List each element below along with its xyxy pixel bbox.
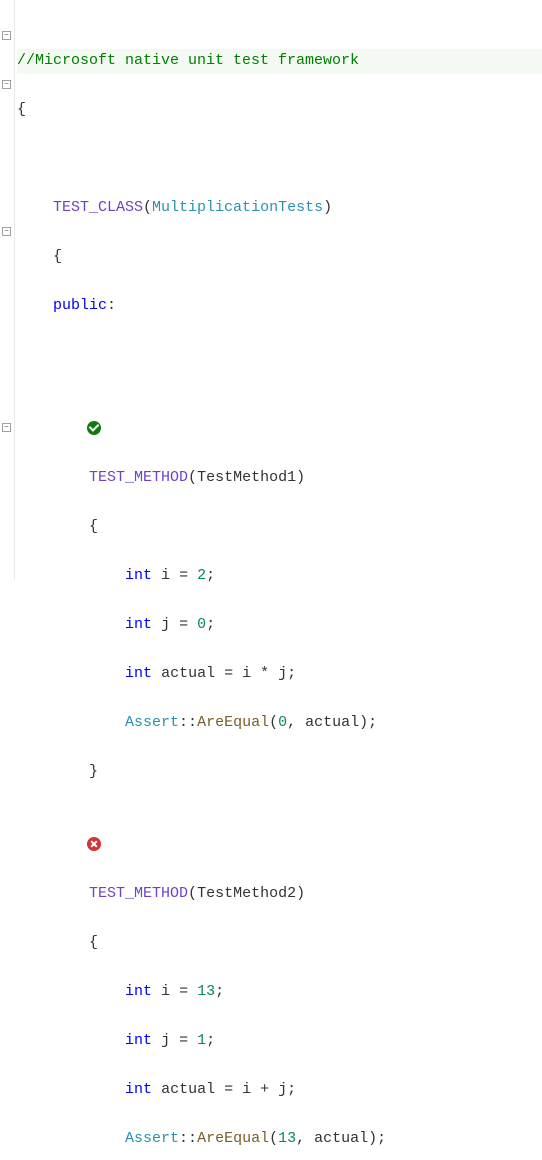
brace: { xyxy=(17,101,26,118)
semicolon: ; xyxy=(206,1032,215,1049)
comma: , xyxy=(287,714,305,731)
comma: , xyxy=(296,1130,314,1147)
scope-op: :: xyxy=(179,714,197,731)
op-eq: = xyxy=(170,616,197,633)
keyword-int: int xyxy=(125,1081,152,1098)
method-name: TestMethod2 xyxy=(197,885,296,902)
var-i: i xyxy=(161,567,170,584)
var-actual: actual xyxy=(161,665,215,682)
macro-test-method: TEST_METHOD xyxy=(89,469,188,486)
keyword-int: int xyxy=(125,1032,152,1049)
literal: 0 xyxy=(197,616,206,633)
method-name: TestMethod1 xyxy=(197,469,296,486)
keyword-int: int xyxy=(125,567,152,584)
keyword-int: int xyxy=(125,616,152,633)
semicolon: ; xyxy=(206,616,215,633)
comment-text: //Microsoft native unit test framework xyxy=(17,52,359,69)
semicolon: ; xyxy=(206,567,215,584)
paren: ) xyxy=(359,714,368,731)
var-j: j xyxy=(161,1032,170,1049)
op-eq: = xyxy=(215,665,242,682)
test-fail-icon xyxy=(87,837,101,851)
macro-test-class: TEST_CLASS xyxy=(53,199,143,216)
code-area[interactable]: //Microsoft native unit test framework {… xyxy=(15,0,542,580)
fold-toggle[interactable]: − xyxy=(2,423,11,432)
literal: 1 xyxy=(197,1032,206,1049)
colon: : xyxy=(107,297,116,314)
method-are-equal: AreEqual xyxy=(197,1130,269,1147)
op-star: * xyxy=(251,665,278,682)
assert-class: Assert xyxy=(125,1130,179,1147)
op-plus: + xyxy=(251,1081,278,1098)
scope-op: :: xyxy=(179,1130,197,1147)
blank-line xyxy=(17,343,542,368)
paren: ( xyxy=(269,714,278,731)
test-pass-icon xyxy=(87,421,101,435)
literal: 13 xyxy=(278,1130,296,1147)
keyword-int: int xyxy=(125,665,152,682)
fold-toggle[interactable]: − xyxy=(2,227,11,236)
semicolon: ; xyxy=(287,1081,296,1098)
op-eq: = xyxy=(215,1081,242,1098)
literal: 13 xyxy=(197,983,215,1000)
var-j: j xyxy=(161,616,170,633)
brace: } xyxy=(89,763,98,780)
fold-toggle[interactable]: − xyxy=(2,80,11,89)
literal: 2 xyxy=(197,567,206,584)
gutter: − − − − xyxy=(0,0,15,580)
paren: ( xyxy=(269,1130,278,1147)
var-i: i xyxy=(242,1081,251,1098)
var-actual: actual xyxy=(314,1130,368,1147)
paren: ( xyxy=(188,885,197,902)
paren: ) xyxy=(296,469,305,486)
var-actual: actual xyxy=(161,1081,215,1098)
semicolon: ; xyxy=(368,714,377,731)
paren: ( xyxy=(188,469,197,486)
class-name: MultiplicationTests xyxy=(152,199,323,216)
fold-toggle[interactable]: − xyxy=(2,31,11,40)
var-actual: actual xyxy=(305,714,359,731)
op-eq: = xyxy=(170,1032,197,1049)
brace: { xyxy=(89,934,98,951)
var-j: j xyxy=(278,665,287,682)
semicolon: ; xyxy=(377,1130,386,1147)
method-are-equal: AreEqual xyxy=(197,714,269,731)
paren: ) xyxy=(323,199,332,216)
paren: ) xyxy=(296,885,305,902)
brace: { xyxy=(89,518,98,535)
var-i: i xyxy=(242,665,251,682)
paren: ( xyxy=(143,199,152,216)
keyword-public: public xyxy=(53,297,107,314)
code-editor[interactable]: − − − − //Microsoft native unit test fra… xyxy=(0,0,542,580)
var-i: i xyxy=(161,983,170,1000)
semicolon: ; xyxy=(215,983,224,1000)
paren: ) xyxy=(368,1130,377,1147)
semicolon: ; xyxy=(287,665,296,682)
keyword-int: int xyxy=(125,983,152,1000)
var-j: j xyxy=(278,1081,287,1098)
op-eq: = xyxy=(170,983,197,1000)
blank-line xyxy=(17,147,542,172)
brace: { xyxy=(53,248,62,265)
macro-test-method: TEST_METHOD xyxy=(89,885,188,902)
assert-class: Assert xyxy=(125,714,179,731)
op-eq: = xyxy=(170,567,197,584)
literal: 0 xyxy=(278,714,287,731)
